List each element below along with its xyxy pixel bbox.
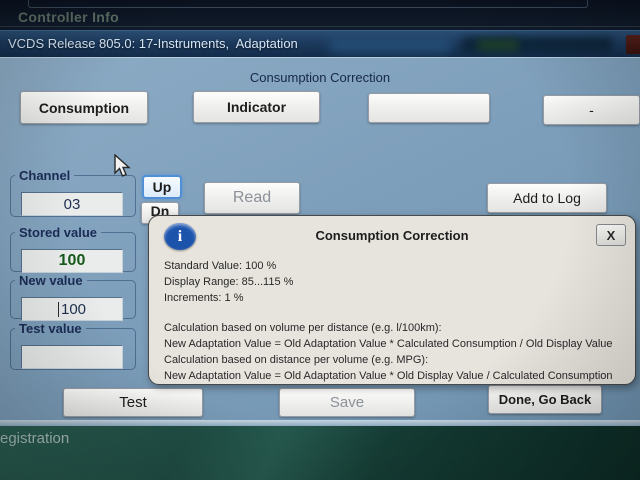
desktop-light-streak	[120, 426, 460, 480]
channel-field[interactable]: 03	[21, 192, 123, 216]
dialog-text-line: Display Range: 85...115 %	[164, 274, 630, 290]
consumption-correction-dialog: i Consumption Correction X Standard Valu…	[148, 215, 636, 385]
dialog-text-line: Standard Value: 100 %	[164, 258, 630, 274]
window-close-button[interactable]	[626, 35, 640, 54]
desktop-background: egistration	[0, 426, 640, 480]
test-value-field[interactable]	[21, 345, 123, 369]
done-go-back-button[interactable]: Done, Go Back	[488, 385, 602, 414]
indicator-button[interactable]: Indicator	[193, 91, 320, 123]
blank-button[interactable]	[368, 93, 490, 123]
stored-value-label: Stored value	[15, 225, 101, 240]
read-button[interactable]: Read	[204, 182, 300, 214]
new-value-label: New value	[15, 273, 87, 288]
text-cursor	[58, 302, 59, 317]
stored-value-group: Stored value 100	[10, 225, 136, 272]
desktop-registration-text: egistration	[0, 430, 69, 447]
mouse-cursor-icon	[112, 154, 134, 180]
dash-button[interactable]: -	[543, 95, 640, 125]
channel-label: Channel	[15, 168, 74, 183]
new-value-field[interactable]: 100	[21, 297, 123, 321]
blurred-license-text	[478, 39, 518, 51]
adaptation-window: Consumption Correction Consumption Indic…	[0, 57, 640, 426]
divider	[0, 26, 640, 27]
new-value-text: 100	[61, 301, 86, 318]
controller-info-label: Controller Info	[18, 9, 119, 25]
dialog-close-button[interactable]: X	[596, 224, 626, 246]
dialog-text-line: New Adaptation Value = Old Adaptation Va…	[164, 336, 630, 352]
dialog-body: Standard Value: 100 % Display Range: 85.…	[164, 258, 630, 384]
background-panel-outline	[28, 0, 588, 8]
dialog-text-line: Calculation based on distance per volume…	[164, 352, 630, 368]
consumption-button[interactable]: Consumption	[20, 91, 148, 124]
test-value-group: Test value	[10, 321, 136, 370]
screen-photo: Controller Info VCDS Release 805.0: 17-I…	[0, 0, 640, 480]
test-button[interactable]: Test	[63, 388, 203, 417]
background-window-strip: Controller Info	[0, 0, 640, 30]
new-value-group: New value 100	[10, 273, 136, 319]
dialog-text-line: New Adaptation Value = Old Adaptation Va…	[164, 368, 630, 384]
add-to-log-button[interactable]: Add to Log	[487, 183, 607, 213]
dialog-title: Consumption Correction	[149, 228, 635, 243]
blurred-license-text	[330, 37, 450, 53]
window-title: VCDS Release 805.0: 17-Instruments, Adap…	[8, 36, 298, 51]
stored-value-field: 100	[21, 249, 123, 273]
dialog-text-line: Increments: 1 %	[164, 290, 630, 306]
dialog-text-line: Calculation based on volume per distance…	[164, 320, 630, 336]
titlebar: VCDS Release 805.0: 17-Instruments, Adap…	[0, 30, 640, 57]
save-button[interactable]: Save	[279, 388, 415, 417]
page-title: Consumption Correction	[0, 70, 640, 85]
channel-up-button[interactable]: Up	[142, 175, 182, 199]
test-value-label: Test value	[15, 321, 86, 336]
